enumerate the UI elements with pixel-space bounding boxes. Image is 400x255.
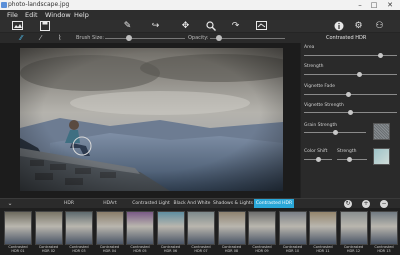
app-icon (1, 2, 7, 8)
preset-filmstrip: Contrasted HDR 01 Contrasted HDR 02 Contra… (0, 208, 400, 255)
thumbnail-label: Contrasted HDR 02 (38, 245, 59, 253)
menu-window[interactable]: Window (45, 11, 71, 19)
brush-size-slider[interactable] (105, 38, 185, 39)
brush-size-knob[interactable] (126, 35, 132, 41)
strength-label: Strength (304, 64, 324, 69)
grain-strength-knob[interactable] (332, 130, 338, 135)
thumbnail-label: Contrasted HDR 09 (252, 245, 272, 253)
brush-size-label: Brush Size: (76, 35, 104, 41)
opacity-knob[interactable] (216, 35, 222, 41)
settings-icon[interactable]: ⚙ (353, 21, 364, 32)
save-icon[interactable] (39, 21, 50, 32)
compare-icon[interactable] (256, 21, 267, 32)
thumbnail-image (156, 211, 185, 245)
close-button[interactable]: ✕ (384, 0, 396, 10)
grain-strength-label: Grain Strength (304, 123, 338, 128)
thumbnail-label: Contrasted HDR 11 (313, 245, 333, 253)
thumbnail-image (217, 211, 246, 245)
preset-thumbnail[interactable]: Contrasted HDR 05 (126, 211, 154, 253)
rotate-icon[interactable]: ↷ (230, 21, 241, 32)
preset-thumbnail[interactable]: Contrasted HDR 02 (34, 211, 63, 253)
maximize-button[interactable]: □ (368, 0, 380, 10)
preset-thumbnail[interactable]: Contrasted HDR 04 (95, 211, 124, 253)
window-title: photo-landscape.jpg (8, 1, 70, 8)
zoom-icon[interactable] (205, 21, 216, 32)
thumbnail-image (370, 211, 398, 245)
area-knob[interactable] (377, 53, 383, 58)
brush-soft-icon[interactable]: ⌇ (58, 34, 61, 42)
thumbnail-image (95, 211, 124, 245)
preset-thumbnail[interactable]: Contrasted HDR 09 (248, 211, 276, 253)
thumbnail-label: Contrasted HDR 07 (191, 245, 211, 253)
brush-icon[interactable]: ✎ (122, 21, 133, 32)
remove-icon[interactable]: − (380, 200, 388, 208)
color-shift-label: Color Shift (304, 149, 328, 154)
thumbnail-image (4, 211, 32, 245)
filter-tabs-bar: ⌄ HDR HDArt Contrasted Light Black And W… (0, 198, 400, 209)
preset-thumbnail[interactable]: Contrasted HDR 07 (187, 211, 215, 253)
thumbnail-label: Contrasted HDR 01 (8, 245, 28, 253)
menu-help[interactable]: Help (74, 11, 89, 19)
thumbnail-label: Contrasted HDR 05 (130, 245, 150, 253)
vignette-fade-label: Vignette Fade (304, 84, 335, 89)
info-icon[interactable] (333, 21, 344, 32)
vignette-strength-knob[interactable] (348, 110, 353, 115)
brush-erase-icon[interactable]: ⁄ (40, 34, 41, 42)
strength-knob[interactable] (357, 72, 363, 77)
preset-thumbnail[interactable]: Contrasted HDR 11 (309, 211, 337, 253)
title-bar: photo-landscape.jpg – □ ✕ (0, 0, 400, 10)
thumbnail-image (65, 211, 93, 245)
minimize-button[interactable]: – (354, 0, 366, 10)
preset-thumbnail[interactable]: Contrasted HDR 06 (156, 211, 185, 253)
menu-edit[interactable]: Edit (25, 11, 38, 19)
share-icon[interactable]: ⚇ (374, 21, 385, 32)
refresh-icon[interactable]: ↻ (344, 200, 352, 208)
thumbnail-label: Contrasted HDR 04 (99, 245, 120, 253)
preset-thumbnail[interactable]: Contrasted HDR 01 (4, 211, 32, 253)
preset-thumbnail[interactable]: Contrasted HDR 03 (65, 211, 93, 253)
thumbnail-image (187, 211, 215, 245)
main-toolbar: ✎ ↪ ✥ ↷ ⚙ ⚇ (0, 20, 400, 33)
thumbnail-image (339, 211, 368, 245)
vignette-strength-label: Vignette Strength (304, 103, 344, 108)
thumbnail-image (278, 211, 307, 245)
panel-title: Contrasted HDR (326, 35, 367, 41)
strength-slider[interactable] (304, 74, 397, 75)
open-icon[interactable] (12, 21, 23, 32)
menu-bar: File Edit Window Help (0, 10, 400, 20)
area-label: Area (304, 45, 315, 50)
brush-add-icon[interactable]: ⁄⁄ (20, 34, 22, 42)
color-preview[interactable] (373, 148, 390, 165)
preset-thumbnail[interactable]: Contrasted HDR 08 (217, 211, 246, 253)
vignette-fade-knob[interactable] (346, 92, 352, 97)
color-shift-knob[interactable] (315, 157, 321, 162)
grain-preview[interactable] (373, 123, 390, 140)
thumbnail-label: Contrasted HDR 03 (69, 245, 89, 253)
thumbnail-image (34, 211, 63, 245)
collapse-icon[interactable]: ⌄ (6, 200, 14, 208)
preset-thumbnail[interactable]: Contrasted HDR 10 (278, 211, 307, 253)
thumbnail-label: Contrasted HDR 08 (221, 245, 242, 253)
thumbnail-image (309, 211, 337, 245)
color-strength-slider[interactable] (337, 159, 367, 160)
preset-thumbnail[interactable]: Contrasted HDR 12 (339, 211, 368, 253)
area-slider[interactable] (304, 55, 397, 56)
thumbnail-label: Contrasted HDR 10 (282, 245, 303, 253)
move-icon[interactable]: ✥ (180, 21, 191, 32)
photo-image[interactable] (20, 48, 283, 191)
preset-thumbnail[interactable]: Contrasted HDR 13 (370, 211, 398, 253)
thumbnail-label: Contrasted HDR 12 (343, 245, 364, 253)
color-strength-knob[interactable] (346, 157, 352, 162)
add-icon[interactable]: + (362, 200, 370, 208)
thumbnail-image (248, 211, 276, 245)
redo-icon[interactable]: ↪ (150, 21, 161, 32)
color-strength-label: Strength (337, 149, 357, 154)
adjustments-panel: Area Strength Vignette Fade Vignette Str… (300, 43, 400, 198)
thumbnail-image (126, 211, 154, 245)
opacity-label: Opacity: (188, 35, 209, 41)
thumbnail-label: Contrasted HDR 13 (374, 245, 394, 253)
canvas-area[interactable] (0, 43, 300, 198)
menu-file[interactable]: File (7, 11, 18, 19)
thumbnail-label: Contrasted HDR 06 (160, 245, 181, 253)
